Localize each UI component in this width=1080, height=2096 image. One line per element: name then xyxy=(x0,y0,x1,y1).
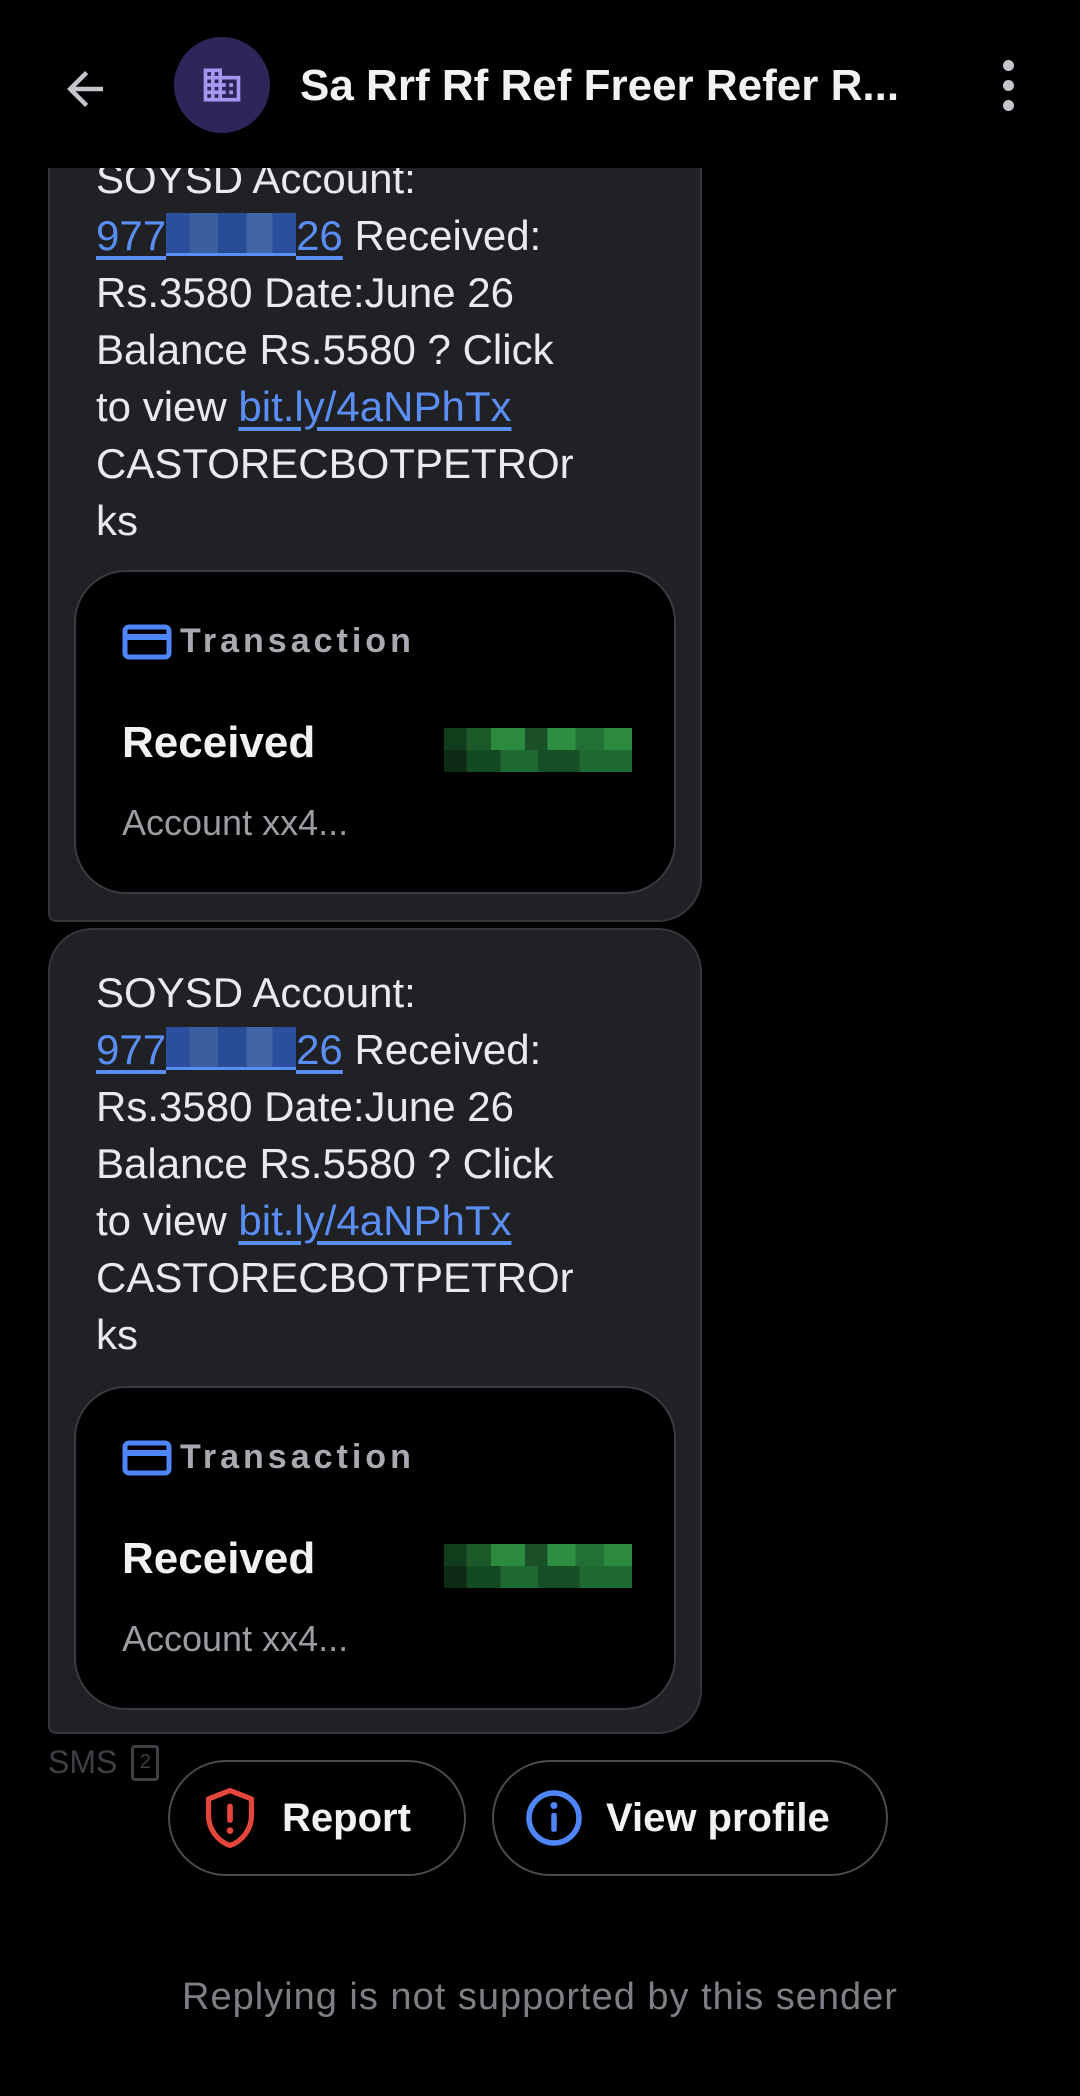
message-bubble[interactable]: SOYSD Account: 977 26 Received: Rs.3580 D… xyxy=(48,928,702,1734)
credit-card-icon xyxy=(122,624,172,659)
report-button[interactable]: Report xyxy=(168,1760,466,1876)
account-number-link[interactable]: 977 26 xyxy=(96,207,343,264)
transaction-status: Received xyxy=(122,1534,316,1583)
card-header: Transaction xyxy=(122,1438,415,1477)
channel-label: SMS xyxy=(48,1744,118,1780)
message-text: SOYSD Account: 977 26 Received: Rs.3580 D… xyxy=(96,155,574,544)
transaction-card[interactable]: Transaction Received Account xx4... xyxy=(74,570,676,894)
arrow-left-icon xyxy=(67,71,103,107)
redacted-digits xyxy=(166,1027,297,1070)
info-icon xyxy=(526,1790,582,1846)
redacted-digits xyxy=(166,213,297,256)
sim-card-icon: 2 xyxy=(131,1744,160,1781)
shield-alert-icon xyxy=(205,1787,255,1849)
transaction-status: Received xyxy=(122,718,316,767)
card-label: Transaction xyxy=(180,622,415,660)
more-options-button[interactable] xyxy=(978,40,1038,130)
account-summary: Account xx4... xyxy=(122,802,349,843)
report-label: Report xyxy=(282,1795,411,1840)
card-label: Transaction xyxy=(180,1438,415,1476)
account-number-link[interactable]: 977 26 xyxy=(96,1021,343,1078)
message-bubble[interactable]: SOYSD Account: 977 26 Received: Rs.3580 D… xyxy=(48,150,702,922)
credit-card-icon xyxy=(122,1440,172,1475)
avatar[interactable] xyxy=(174,37,270,133)
message-meta: SMS 2 xyxy=(48,1744,160,1781)
building-icon xyxy=(203,68,241,102)
view-profile-button[interactable]: View profile xyxy=(492,1760,888,1876)
redacted-amount xyxy=(444,728,632,772)
more-vert-icon xyxy=(1002,59,1014,71)
top-app-bar: Sa Rrf Rf Ref Freer Refer R... xyxy=(0,0,1080,168)
short-url-link[interactable]: bit.ly/4aNPhTx xyxy=(238,383,511,430)
redacted-amount xyxy=(444,1544,632,1588)
view-profile-label: View profile xyxy=(606,1795,830,1840)
account-summary: Account xx4... xyxy=(122,1618,349,1659)
short-url-link[interactable]: bit.ly/4aNPhTx xyxy=(238,1197,511,1244)
reply-unsupported-notice: Replying is not supported by this sender xyxy=(182,1976,898,2018)
card-header: Transaction xyxy=(122,622,415,661)
message-text: SOYSD Account: 977 26 Received: Rs.3580 D… xyxy=(96,969,574,1358)
transaction-card[interactable]: Transaction Received Account xx4... xyxy=(74,1386,676,1710)
conversation-title: Sa Rrf Rf Ref Freer Refer R... xyxy=(300,61,900,110)
back-button[interactable] xyxy=(40,44,130,134)
